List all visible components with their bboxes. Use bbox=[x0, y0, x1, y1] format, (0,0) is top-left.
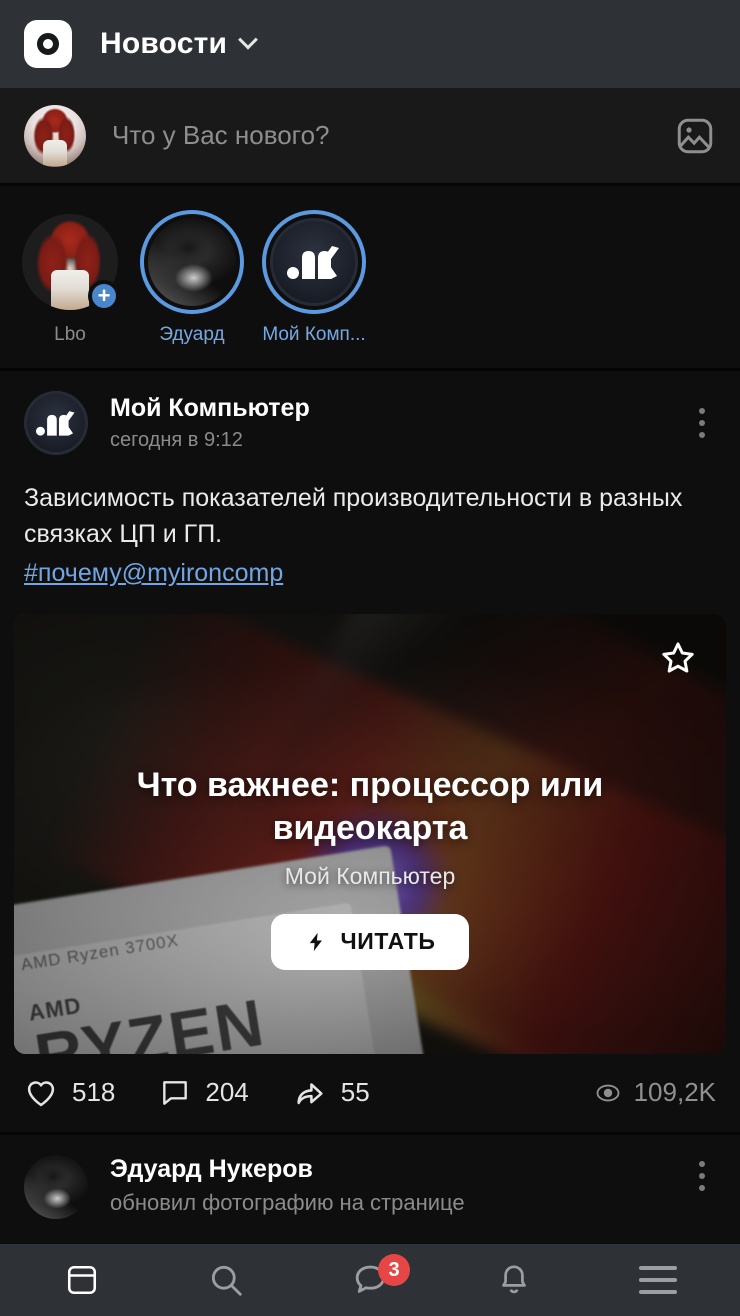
lightning-bolt-icon bbox=[309, 932, 322, 951]
article-overlay: Что важнее: процессор или видеокарта Мой… bbox=[14, 764, 726, 970]
more-options-icon[interactable] bbox=[688, 402, 716, 444]
story-label: Мой Комп... bbox=[262, 324, 366, 345]
post-body: Зависимость показателей производительнос… bbox=[0, 455, 740, 592]
like-button[interactable]: 518 bbox=[24, 1076, 115, 1110]
post-text-line: связках ЦП и ГП. bbox=[24, 519, 223, 548]
comment-button[interactable]: 204 bbox=[159, 1077, 249, 1109]
story-item[interactable]: + Lbo bbox=[18, 210, 122, 346]
my-computer-logo-icon bbox=[36, 411, 75, 436]
avatar[interactable] bbox=[24, 1154, 88, 1219]
avatar bbox=[270, 218, 358, 306]
story-ring[interactable] bbox=[140, 210, 244, 314]
article-source: Мой Компьютер bbox=[284, 862, 456, 889]
search-icon bbox=[211, 1265, 242, 1296]
post-author-block: Мой Компьютер сегодня в 9:12 bbox=[110, 394, 688, 452]
story-item[interactable]: Мой Комп... bbox=[262, 210, 366, 346]
story-ring[interactable]: + bbox=[18, 210, 122, 314]
top-header-bar: Новости bbox=[0, 0, 740, 88]
page-title: Новости bbox=[100, 27, 228, 60]
read-button-label: ЧИТАТЬ bbox=[340, 928, 436, 955]
story-item[interactable]: Эдуард bbox=[140, 210, 244, 346]
star-outline-icon[interactable] bbox=[656, 636, 700, 680]
stories-section: + Lbo Эдуард Мой Комп... bbox=[0, 183, 740, 371]
more-options-icon[interactable] bbox=[688, 1155, 716, 1197]
story-label: Эдуард bbox=[159, 324, 225, 345]
share-count: 55 bbox=[340, 1077, 370, 1107]
app-root: Новости Что у Вас нового? + Lbo Эдуард М… bbox=[0, 0, 740, 1316]
share-button[interactable]: 55 bbox=[293, 1076, 370, 1110]
story-ring[interactable] bbox=[262, 210, 366, 314]
avatar bbox=[148, 218, 236, 306]
composer-input[interactable]: Что у Вас нового? bbox=[112, 120, 674, 151]
post-header: Мой Компьютер сегодня в 9:12 bbox=[0, 391, 740, 455]
feed-post: Мой Компьютер сегодня в 9:12 Зависимость… bbox=[0, 371, 740, 1132]
nav-item-newsfeed[interactable] bbox=[32, 1244, 132, 1316]
eye-icon bbox=[596, 1084, 620, 1101]
post-hashtag-link[interactable]: #почему@myironcomp bbox=[24, 556, 716, 592]
nav-item-menu[interactable] bbox=[608, 1244, 708, 1316]
view-count-block: 109,2K bbox=[594, 1077, 716, 1108]
heart-icon bbox=[27, 1080, 55, 1106]
messages-badge: 3 bbox=[378, 1254, 410, 1286]
newsfeed-icon bbox=[67, 1265, 97, 1295]
post-author-name[interactable]: Мой Компьютер bbox=[110, 394, 688, 423]
bottom-navigation-bar: 3 bbox=[0, 1244, 740, 1316]
logo-ring-shape bbox=[37, 33, 59, 55]
bell-icon bbox=[502, 1265, 526, 1294]
vk-circle-logo-icon[interactable] bbox=[24, 20, 72, 68]
article-title: Что важнее: процессор или видеокарта bbox=[136, 765, 604, 848]
comment-count: 204 bbox=[205, 1077, 249, 1107]
story-label: Lbo bbox=[54, 324, 86, 345]
nav-item-notifications[interactable] bbox=[464, 1244, 564, 1316]
nav-item-search[interactable] bbox=[176, 1244, 276, 1316]
post-composer[interactable]: Что у Вас нового? bbox=[0, 88, 740, 183]
view-count: 109,2K bbox=[633, 1077, 716, 1107]
teaser-subtitle: обновил фотографию на странице bbox=[110, 1189, 465, 1215]
avatar[interactable] bbox=[24, 104, 86, 167]
nav-item-messages[interactable]: 3 bbox=[320, 1244, 420, 1316]
article-card[interactable]: AMD Ryzen 3700X AMD RYZEN Что важнее: пр… bbox=[14, 613, 726, 1054]
post-text-line: Зависимость показателей производительнос… bbox=[24, 484, 683, 512]
read-button[interactable]: ЧИТАТЬ bbox=[270, 913, 470, 970]
my-computer-logo-icon bbox=[287, 246, 339, 279]
stories-list[interactable]: + Lbo Эдуард Мой Комп... bbox=[0, 210, 740, 346]
teaser-author-name[interactable]: Эдуард Нукеров bbox=[110, 1155, 688, 1184]
like-count: 518 bbox=[72, 1077, 116, 1107]
teaser-text-block: Эдуард Нукеров обновил фотографию на стр… bbox=[110, 1155, 688, 1216]
share-icon bbox=[297, 1082, 323, 1104]
avatar[interactable] bbox=[24, 391, 88, 455]
post-timestamp: сегодня в 9:12 bbox=[110, 429, 243, 451]
post-actions-bar: 518 204 55 109,2K bbox=[0, 1054, 740, 1132]
chevron-down-icon[interactable] bbox=[238, 29, 259, 50]
image-icon[interactable] bbox=[674, 115, 716, 157]
add-story-icon[interactable]: + bbox=[88, 280, 120, 312]
comment-icon bbox=[163, 1080, 188, 1105]
hamburger-icon bbox=[639, 1266, 677, 1294]
